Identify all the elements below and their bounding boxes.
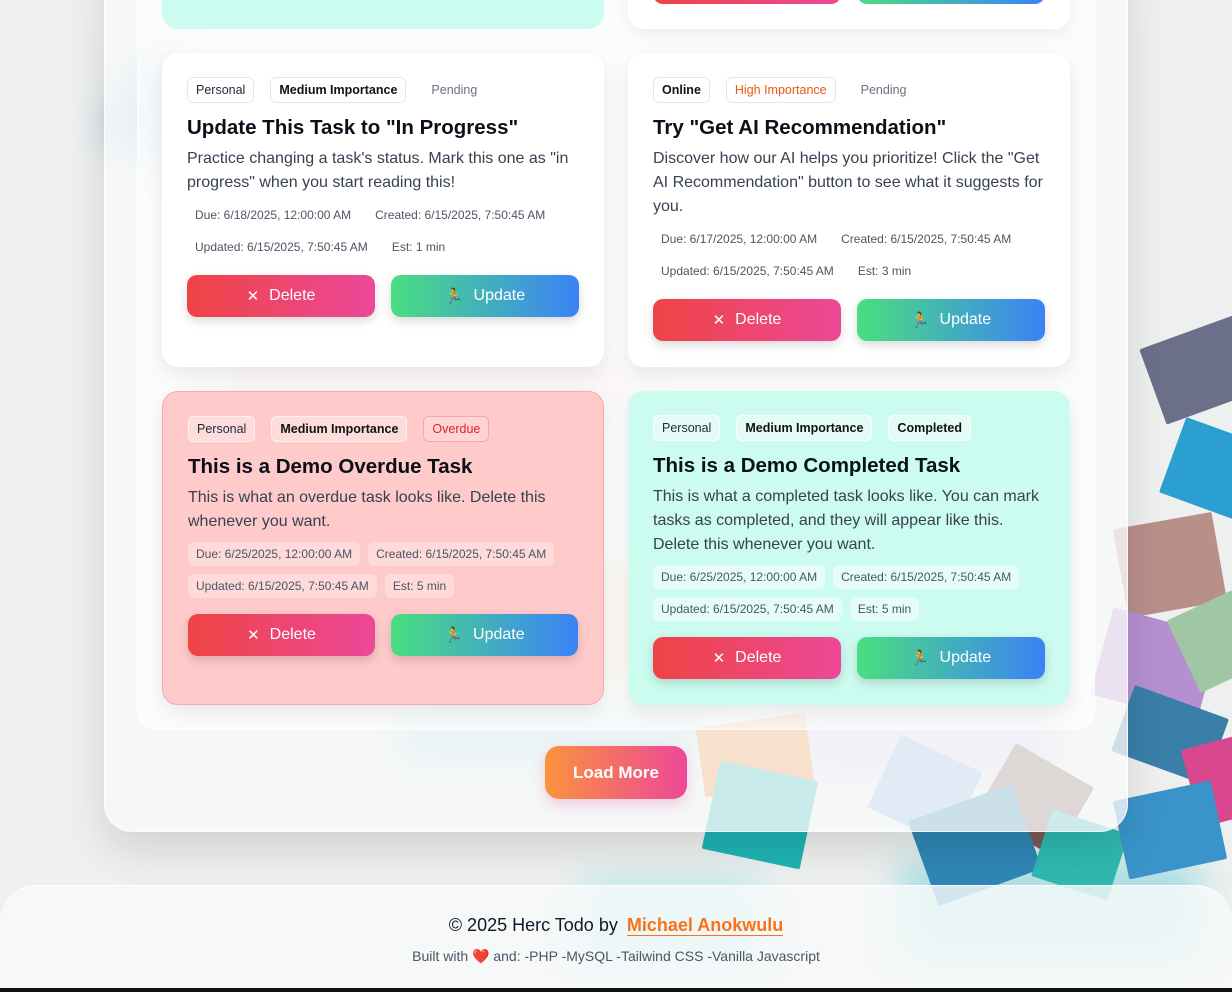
task-title: Try "Get AI Recommendation" (653, 116, 947, 139)
updated-date: Updated: 6/15/2025, 7:50:45 AM (661, 264, 834, 278)
update-label: Update (939, 311, 992, 328)
task-card-partial (628, 0, 1070, 29)
updated-date: Updated: 6/15/2025, 7:50:45 AM (195, 240, 368, 254)
task-card-completed: Personal Medium Importance Completed Thi… (628, 391, 1070, 705)
updated-date: Updated: 6/15/2025, 7:50:45 AM (653, 597, 842, 621)
update-button[interactable]: 🏃 Update (391, 275, 579, 317)
built-with-text: Built with (412, 948, 469, 964)
page-footer: © 2025 Herc Todo by Michael Anokwulu Bui… (0, 885, 1232, 988)
footer-copyright-line: © 2025 Herc Todo by Michael Anokwulu (0, 915, 1232, 936)
created-date: Created: 6/15/2025, 7:50:45 AM (368, 542, 555, 566)
delete-button[interactable]: ✕ Delete (653, 637, 841, 679)
task-meta: Due: 6/18/2025, 12:00:00 AM Created: 6/1… (187, 203, 567, 259)
update-button-partial[interactable] (857, 0, 1045, 4)
running-figure-icon: 🏃 (444, 626, 464, 644)
time-estimate: Est: 5 min (384, 574, 455, 598)
time-estimate: Est: 1 min (391, 240, 446, 254)
task-tags: Personal Medium Importance Overdue (188, 416, 578, 442)
due-date: Due: 6/25/2025, 12:00:00 AM (188, 542, 361, 566)
category-tag: Personal (188, 416, 256, 442)
update-button[interactable]: 🏃 Update (391, 614, 578, 656)
heart-icon: ❤️ (472, 948, 490, 964)
running-figure-icon: 🏃 (444, 287, 464, 305)
update-button[interactable]: 🏃 Update (857, 637, 1045, 679)
due-date: Due: 6/18/2025, 12:00:00 AM (195, 208, 352, 222)
task-tags: Personal Medium Importance Completed (653, 415, 1045, 441)
created-date: Created: 6/15/2025, 7:50:45 AM (375, 208, 546, 222)
close-icon: ✕ (712, 311, 726, 329)
task-tags: Online High Importance Pending (653, 77, 1045, 103)
updated-date: Updated: 6/15/2025, 7:50:45 AM (188, 574, 377, 598)
importance-tag: Medium Importance (736, 415, 873, 441)
due-date: Due: 6/17/2025, 12:00:00 AM (661, 232, 818, 246)
footer-built-with-line: Built with ❤️ and: -PHP -MySQL -Tailwind… (0, 948, 1232, 965)
status-badge: Overdue (423, 416, 490, 442)
update-button[interactable]: 🏃 Update (857, 299, 1045, 341)
task-card-overdue: Personal Medium Importance Overdue This … (162, 391, 604, 705)
delete-label: Delete (269, 626, 316, 643)
task-meta: Due: 6/17/2025, 12:00:00 AM Created: 6/1… (653, 227, 1033, 283)
update-label: Update (939, 649, 992, 666)
status-badge: Completed (888, 415, 972, 441)
task-meta: Due: 6/25/2025, 12:00:00 AM Created: 6/1… (653, 565, 1033, 621)
importance-tag: High Importance (725, 77, 836, 103)
task-card-partial (162, 0, 604, 29)
task-card: Personal Medium Importance Pending Updat… (162, 53, 604, 367)
delete-button[interactable]: ✕ Delete (653, 299, 841, 341)
task-title: This is a Demo Overdue Task (188, 455, 473, 478)
task-description: This is what a completed task looks like… (653, 488, 1039, 553)
time-estimate: Est: 3 min (857, 264, 912, 278)
screen-bottom-edge (0, 988, 1232, 992)
category-tag: Personal (187, 77, 255, 103)
tech-stack-text: and: -PHP -MySQL -Tailwind CSS -Vanilla … (493, 948, 820, 964)
status-badge: Pending (860, 83, 907, 97)
importance-tag: Medium Importance (271, 416, 408, 442)
task-description: This is what an overdue task looks like.… (188, 489, 546, 530)
status-badge: Pending (431, 83, 478, 97)
created-date: Created: 6/15/2025, 7:50:45 AM (841, 232, 1012, 246)
delete-button[interactable]: ✕ Delete (187, 275, 375, 317)
copyright-text: © 2025 Herc Todo by (448, 915, 618, 935)
task-title: Update This Task to "In Progress" (187, 116, 519, 139)
delete-label: Delete (735, 649, 782, 666)
update-label: Update (473, 626, 525, 643)
close-icon: ✕ (247, 626, 260, 644)
running-figure-icon: 🏃 (910, 649, 930, 667)
category-tag: Personal (653, 415, 721, 441)
load-more-button[interactable]: Load More (545, 746, 687, 799)
close-icon: ✕ (712, 649, 726, 667)
delete-button[interactable]: ✕ Delete (188, 614, 375, 656)
task-description: Discover how our AI helps you prioritize… (653, 150, 1043, 215)
task-tags: Personal Medium Importance Pending (187, 77, 579, 103)
task-card: Online High Importance Pending Try "Get … (628, 53, 1070, 367)
close-icon: ✕ (246, 287, 260, 305)
delete-label: Delete (269, 287, 316, 304)
running-figure-icon: 🏃 (910, 311, 930, 329)
update-label: Update (473, 287, 526, 304)
category-tag: Online (653, 77, 710, 103)
time-estimate: Est: 5 min (849, 597, 920, 621)
author-link[interactable]: Michael Anokwulu (626, 915, 784, 936)
task-title: This is a Demo Completed Task (653, 454, 961, 477)
task-description: Practice changing a task's status. Mark … (187, 150, 569, 191)
due-date: Due: 6/25/2025, 12:00:00 AM (653, 565, 826, 589)
created-date: Created: 6/15/2025, 7:50:45 AM (833, 565, 1020, 589)
delete-label: Delete (735, 311, 782, 328)
task-meta: Due: 6/25/2025, 12:00:00 AM Created: 6/1… (188, 542, 568, 598)
delete-button-partial[interactable] (653, 0, 841, 4)
importance-tag: Medium Importance (270, 77, 407, 103)
